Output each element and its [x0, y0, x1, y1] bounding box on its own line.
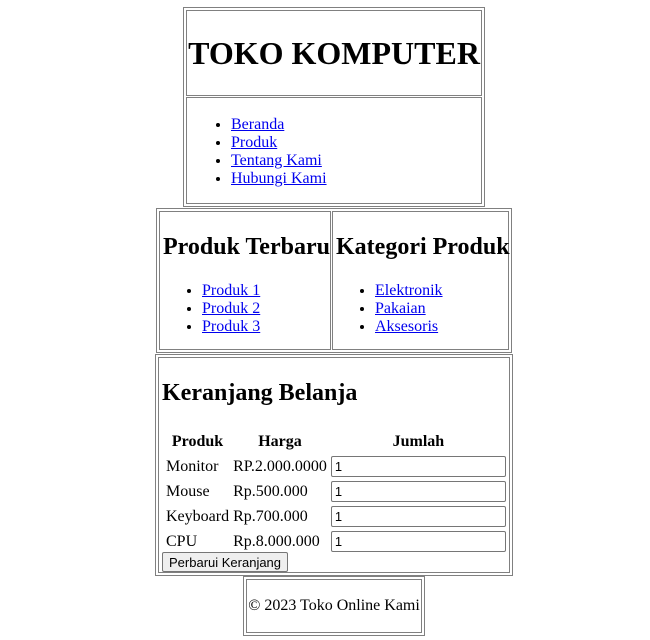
products-categories-table: Produk Terbaru Produk 1 Produk 2 Produk …	[156, 208, 512, 353]
cart-title: Keranjang Belanja	[162, 380, 358, 406]
main-nav: Beranda Produk Tentang Kami Hubungi Kami	[191, 116, 327, 188]
header-table: TOKO KOMPUTER Beranda Produk Tentang Kam…	[183, 7, 485, 207]
quantity-cell	[329, 504, 508, 529]
table-row: Monitor RP.2.000.0000	[164, 454, 508, 479]
nav-cell: Beranda Produk Tentang Kami Hubungi Kami	[186, 97, 482, 204]
list-item: Produk 2	[202, 300, 260, 318]
table-header-row: Produk Harga Jumlah	[164, 430, 508, 454]
product-name: Keyboard	[166, 507, 230, 525]
latest-products-cell: Produk Terbaru Produk 1 Produk 2 Produk …	[159, 211, 331, 350]
cart-table: Produk Harga Jumlah Monitor RP.2.000.000…	[164, 430, 508, 554]
quantity-input-keyboard[interactable]	[330, 506, 506, 527]
cart-cell: Keranjang Belanja Produk Harga Jumlah Mo…	[158, 357, 510, 573]
update-cart-button[interactable]: Perbarui Keranjang	[162, 552, 289, 572]
table-row: Keyboard Rp.700.000	[164, 504, 508, 529]
quantity-input-mouse[interactable]	[330, 481, 506, 502]
category-link-aksesoris[interactable]: Aksesoris	[375, 318, 438, 335]
nav-item-tentang-kami: Tentang Kami	[231, 152, 327, 170]
table-row: Mouse Rp.500.000	[164, 479, 508, 504]
product-price: Rp.8.000.000	[233, 532, 320, 550]
product-price: Rp.700.000	[233, 507, 308, 525]
list-item: Elektronik	[375, 282, 443, 300]
quantity-input-monitor[interactable]	[330, 456, 506, 477]
latest-products-title: Produk Terbaru	[163, 234, 330, 260]
product-price: Rp.500.000	[233, 482, 308, 500]
list-item: Produk 1	[202, 282, 260, 300]
column-header-product: Produk	[171, 433, 224, 450]
footer-table: © 2023 Toko Online Kami	[243, 576, 425, 636]
nav-item-produk: Produk	[231, 134, 327, 152]
categories-cell: Kategori Produk Elektronik Pakaian Akses…	[332, 211, 510, 350]
nav-link-produk[interactable]: Produk	[231, 134, 277, 151]
list-item: Produk 3	[202, 318, 260, 336]
list-item: Aksesoris	[375, 318, 443, 336]
table-row: CPU Rp.8.000.000	[164, 529, 508, 554]
nav-link-tentang-kami[interactable]: Tentang Kami	[231, 152, 322, 169]
column-header-price: Harga	[258, 433, 302, 450]
product-link-3[interactable]: Produk 3	[202, 318, 260, 335]
cart-table-wrapper: Keranjang Belanja Produk Harga Jumlah Mo…	[155, 354, 513, 576]
categories-list: Elektronik Pakaian Aksesoris	[335, 282, 443, 336]
quantity-input-cpu[interactable]	[330, 531, 506, 552]
list-item: Pakaian	[375, 300, 443, 318]
categories-title: Kategori Produk	[336, 234, 510, 260]
product-price: RP.2.000.0000	[233, 457, 327, 475]
site-title: TOKO KOMPUTER	[188, 34, 480, 71]
category-link-pakaian[interactable]: Pakaian	[375, 300, 426, 317]
nav-item-beranda: Beranda	[231, 116, 327, 134]
title-cell: TOKO KOMPUTER	[186, 10, 482, 96]
latest-products-list: Produk 1 Produk 2 Produk 3	[162, 282, 260, 336]
footer-text: © 2023 Toko Online Kami	[246, 579, 422, 633]
nav-link-hubungi-kami[interactable]: Hubungi Kami	[231, 170, 327, 187]
nav-item-hubungi-kami: Hubungi Kami	[231, 170, 327, 188]
quantity-cell	[329, 529, 508, 554]
column-header-quantity: Jumlah	[392, 433, 445, 450]
category-link-elektronik[interactable]: Elektronik	[375, 282, 443, 299]
product-link-2[interactable]: Produk 2	[202, 300, 260, 317]
product-name: Monitor	[166, 457, 219, 475]
product-link-1[interactable]: Produk 1	[202, 282, 260, 299]
product-name: CPU	[166, 532, 198, 550]
quantity-cell	[329, 479, 508, 504]
nav-link-beranda[interactable]: Beranda	[231, 116, 284, 133]
quantity-cell	[329, 454, 508, 479]
product-name: Mouse	[166, 482, 210, 500]
